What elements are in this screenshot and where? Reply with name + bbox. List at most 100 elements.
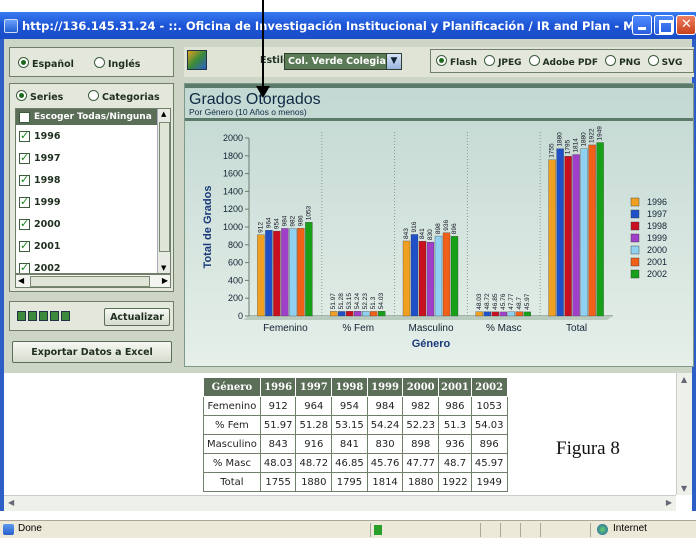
document-vscrollbar[interactable]: ▲ ▼ [676, 373, 692, 495]
series-item[interactable]: 2002 [16, 257, 170, 273]
maximize-button[interactable] [654, 15, 674, 35]
checkbox-icon[interactable] [19, 129, 30, 142]
table-cell: 830 [366, 434, 404, 454]
x-tick-label: Femenino [263, 323, 308, 334]
table-cell: 53.15 [331, 415, 368, 435]
window-title: http://136.145.31.24 - ::. Oficina de In… [22, 18, 642, 33]
y-tick-label: 600 [228, 258, 243, 268]
chart-frame: Grados Otorgados Por Género (10 Años o m… [184, 83, 694, 367]
checkbox-icon[interactable] [19, 217, 30, 230]
checkbox-icon[interactable] [19, 239, 30, 252]
language-option-en[interactable]: Inglés [94, 57, 140, 70]
legend-label: 2001 [647, 257, 667, 267]
table-cell: 986 [438, 396, 472, 416]
radio-icon[interactable] [88, 90, 99, 101]
format-option-svg[interactable]: SVG [647, 54, 682, 68]
scroll-up-icon[interactable]: ▲ [681, 375, 687, 384]
chart-title: Grados Otorgados [189, 91, 321, 108]
series-color-icon [50, 311, 59, 321]
update-button[interactable]: Actualizar [104, 308, 170, 326]
scroll-left-icon[interactable]: ◀ [18, 276, 24, 285]
checkbox-icon[interactable] [19, 173, 30, 186]
radio-icon[interactable] [16, 90, 27, 101]
scroll-left-icon[interactable]: ◀ [8, 498, 14, 507]
format-option-pdf[interactable]: Adobe PDF [528, 54, 598, 68]
radio-icon[interactable] [94, 57, 105, 68]
radio-icon[interactable] [647, 54, 659, 66]
legend-label: 2002 [647, 269, 667, 279]
close-button[interactable] [676, 15, 696, 35]
series-item[interactable]: 1996 [16, 125, 170, 147]
radio-icon[interactable] [605, 54, 617, 66]
scroll-up-icon[interactable]: ▲ [161, 110, 166, 118]
bar-value-label: 986 [297, 215, 304, 226]
table-row: Femenino 912 964 954 984 982 986 1053 [203, 396, 508, 416]
scroll-down-icon[interactable]: ▼ [161, 264, 166, 272]
table-cell: 1880 [402, 472, 440, 492]
table-row: Total 1755 1880 1795 1814 1880 1922 1949 [203, 472, 508, 492]
series-list-scrollbar[interactable]: ▲ ▼ [157, 109, 170, 273]
scroll-down-icon[interactable]: ▼ [681, 484, 687, 493]
figure-label: Figura 8 [556, 438, 620, 459]
style-select[interactable]: Col. Verde Colegial ▼ [284, 53, 402, 70]
bar [273, 230, 281, 317]
series-item[interactable]: 2001 [16, 235, 170, 257]
checkbox-icon[interactable] [19, 111, 30, 123]
minimize-button[interactable] [632, 15, 652, 35]
bar-value-label: 841 [419, 228, 426, 239]
chart-refresh-icon[interactable] [187, 50, 207, 70]
export-excel-button[interactable]: Exportar Datos a Excel [12, 341, 172, 363]
bar [596, 142, 604, 317]
table-cell: % Masc [203, 453, 261, 473]
table-cell: Masculino [203, 434, 261, 454]
bar [491, 311, 499, 317]
radio-icon[interactable] [436, 54, 447, 66]
series-item[interactable]: 1998 [16, 169, 170, 191]
bar-value-label: 51.97 [330, 293, 337, 310]
checkbox-icon[interactable] [19, 195, 30, 208]
y-tick-label: 1800 [223, 151, 243, 161]
status-text: Done [18, 523, 42, 534]
bar [338, 311, 346, 317]
update-panel: Actualizar [9, 301, 174, 331]
format-option-png[interactable]: PNG [605, 54, 641, 68]
bar [346, 311, 354, 317]
view-option-categories[interactable]: Categorias [88, 90, 160, 103]
select-all-toggle[interactable]: Escoger Todas/Ninguna [16, 109, 170, 125]
language-option-es[interactable]: Español [18, 57, 74, 70]
legend-swatch [630, 269, 640, 279]
series-item[interactable]: 1999 [16, 191, 170, 213]
series-item[interactable]: 2000 [16, 213, 170, 235]
format-option-flash[interactable]: Flash [436, 54, 477, 68]
legend-label: 1997 [647, 209, 667, 219]
series-color-icon [39, 311, 48, 321]
table-header-cell: 2002 [470, 377, 508, 397]
series-list: Escoger Todas/Ninguna 1996 1997 1998 1999 20… [15, 108, 171, 274]
format-option-jpeg[interactable]: JPEG [484, 54, 522, 68]
bar-value-label: 54.03 [378, 293, 385, 310]
series-item-label: 1996 [34, 130, 61, 142]
x-tick-label: % Fem [342, 323, 374, 334]
bar [499, 311, 507, 317]
bar [426, 241, 435, 317]
scroll-right-icon[interactable]: ▶ [666, 498, 672, 507]
radio-icon[interactable] [18, 57, 29, 68]
series-item[interactable]: 1997 [16, 147, 170, 169]
scroll-right-icon[interactable]: ▶ [162, 276, 168, 285]
view-option-series[interactable]: Series [16, 90, 63, 103]
document-hscrollbar[interactable]: ◀ ▶ [4, 495, 676, 511]
legend-label: 1996 [647, 197, 667, 207]
hscroll-thumb[interactable] [30, 276, 150, 287]
checkbox-icon[interactable] [19, 261, 30, 273]
radio-icon[interactable] [484, 54, 496, 66]
data-table: Género 1996 1997 1998 1999 2000 2001 2002 Femen… [203, 377, 508, 492]
chevron-down-icon[interactable]: ▼ [386, 54, 401, 69]
bar-value-label: 912 [257, 222, 264, 233]
checkbox-icon[interactable] [19, 151, 30, 164]
radio-icon[interactable] [528, 54, 540, 66]
bar-value-label: 982 [289, 215, 296, 226]
bar [450, 236, 459, 317]
series-list-hscrollbar[interactable]: ◀ ▶ [15, 274, 171, 288]
scrollbar-thumb[interactable] [159, 122, 170, 252]
table-cell: 1949 [470, 472, 508, 492]
